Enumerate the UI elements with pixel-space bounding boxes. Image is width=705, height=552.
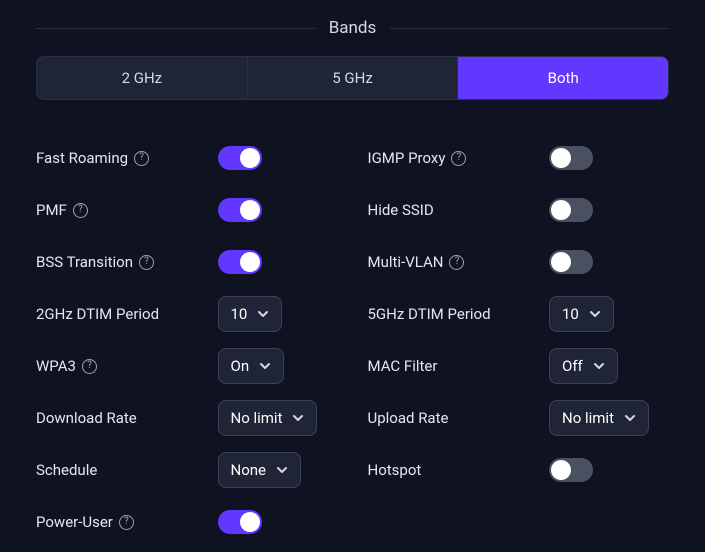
- 5ghz-dtim-dropdown[interactable]: 10: [549, 296, 614, 332]
- toggle-knob: [240, 512, 260, 532]
- chevron-down-icon: [276, 464, 288, 476]
- download-rate-row: Download Rate No limit: [36, 396, 338, 440]
- toggle-knob: [240, 148, 260, 168]
- chevron-down-icon: [593, 360, 605, 372]
- igmp-proxy-label: IGMP Proxy?: [368, 149, 467, 167]
- dropdown-value: On: [231, 357, 250, 375]
- pmf-label: PMF?: [36, 201, 88, 219]
- label-text: Hide SSID: [368, 201, 434, 219]
- divider-line: [390, 28, 669, 29]
- tab-2-ghz[interactable]: 2 GHz: [37, 57, 248, 99]
- dropdown-value: 10: [231, 305, 248, 323]
- label-text: BSS Transition: [36, 253, 133, 271]
- pmf-row: PMF?: [36, 188, 338, 232]
- mac-filter-label: MAC Filter: [368, 357, 438, 375]
- pmf-toggle[interactable]: [218, 198, 262, 222]
- 2ghz-dtim-row: 2GHz DTIM Period 10: [36, 292, 338, 336]
- hide-ssid-label: Hide SSID: [368, 201, 434, 219]
- label-text: Download Rate: [36, 409, 137, 427]
- 2ghz-dtim-label: 2GHz DTIM Period: [36, 305, 159, 323]
- label-text: Multi-VLAN: [368, 253, 444, 271]
- tab-both[interactable]: Both: [458, 57, 668, 99]
- help-icon[interactable]: ?: [451, 151, 466, 166]
- upload-rate-label: Upload Rate: [368, 409, 449, 427]
- hide-ssid-toggle[interactable]: [549, 198, 593, 222]
- bands-tabs: 2 GHz5 GHzBoth: [36, 56, 669, 100]
- dropdown-value: No limit: [231, 409, 283, 427]
- chevron-down-icon: [257, 308, 269, 320]
- chevron-down-icon: [589, 308, 601, 320]
- 5ghz-dtim-row: 5GHz DTIM Period 10: [368, 292, 670, 336]
- dropdown-value: None: [231, 461, 267, 479]
- chevron-down-icon: [259, 360, 271, 372]
- igmp-proxy-toggle[interactable]: [549, 146, 593, 170]
- upload-rate-dropdown[interactable]: No limit: [549, 400, 649, 436]
- label-text: Hotspot: [368, 461, 422, 479]
- dropdown-value: Off: [562, 357, 583, 375]
- help-icon[interactable]: ?: [134, 151, 149, 166]
- label-text: Upload Rate: [368, 409, 449, 427]
- wpa3-dropdown[interactable]: On: [218, 348, 285, 384]
- help-icon[interactable]: ?: [449, 255, 464, 270]
- chevron-down-icon: [624, 412, 636, 424]
- download-rate-label: Download Rate: [36, 409, 137, 427]
- multi-vlan-toggle[interactable]: [549, 250, 593, 274]
- help-icon[interactable]: ?: [82, 359, 97, 374]
- bss-transition-row: BSS Transition?: [36, 240, 338, 284]
- settings-grid: Fast Roaming?PMF?BSS Transition?2GHz DTI…: [36, 136, 669, 552]
- label-text: Fast Roaming: [36, 149, 128, 167]
- label-text: MAC Filter: [368, 357, 438, 375]
- fast-roaming-toggle[interactable]: [218, 146, 262, 170]
- power-user-toggle[interactable]: [218, 510, 262, 534]
- help-icon[interactable]: ?: [119, 515, 134, 530]
- hotspot-label: Hotspot: [368, 461, 422, 479]
- igmp-proxy-row: IGMP Proxy?: [368, 136, 670, 180]
- power-user-label: Power-User?: [36, 513, 134, 531]
- dropdown-value: 10: [562, 305, 579, 323]
- divider-line: [36, 28, 315, 29]
- label-text: WPA3: [36, 357, 76, 375]
- hotspot-row: Hotspot: [368, 448, 670, 492]
- toggle-knob: [551, 200, 571, 220]
- tab-5-ghz[interactable]: 5 GHz: [248, 57, 459, 99]
- toggle-knob: [240, 200, 260, 220]
- 2ghz-dtim-dropdown[interactable]: 10: [218, 296, 283, 332]
- toggle-knob: [551, 460, 571, 480]
- schedule-dropdown[interactable]: None: [218, 452, 302, 488]
- bss-transition-toggle[interactable]: [218, 250, 262, 274]
- section-header: Bands: [36, 18, 669, 38]
- help-icon[interactable]: ?: [73, 203, 88, 218]
- fast-roaming-row: Fast Roaming?: [36, 136, 338, 180]
- upload-rate-row: Upload Rate No limit: [368, 396, 670, 440]
- label-text: Power-User: [36, 513, 113, 531]
- label-text: IGMP Proxy: [368, 149, 446, 167]
- bss-transition-label: BSS Transition?: [36, 253, 154, 271]
- fast-roaming-label: Fast Roaming?: [36, 149, 149, 167]
- toggle-knob: [240, 252, 260, 272]
- wpa3-row: WPA3? On: [36, 344, 338, 388]
- label-text: 5GHz DTIM Period: [368, 305, 491, 323]
- section-title: Bands: [329, 18, 377, 38]
- 5ghz-dtim-label: 5GHz DTIM Period: [368, 305, 491, 323]
- multi-vlan-row: Multi-VLAN?: [368, 240, 670, 284]
- label-text: Schedule: [36, 461, 97, 479]
- multi-vlan-label: Multi-VLAN?: [368, 253, 465, 271]
- help-icon[interactable]: ?: [139, 255, 154, 270]
- download-rate-dropdown[interactable]: No limit: [218, 400, 318, 436]
- hide-ssid-row: Hide SSID: [368, 188, 670, 232]
- hotspot-toggle[interactable]: [549, 458, 593, 482]
- schedule-row: Schedule None: [36, 448, 338, 492]
- mac-filter-dropdown[interactable]: Off: [549, 348, 618, 384]
- toggle-knob: [551, 252, 571, 272]
- schedule-label: Schedule: [36, 461, 97, 479]
- dropdown-value: No limit: [562, 409, 614, 427]
- wpa3-label: WPA3?: [36, 357, 97, 375]
- toggle-knob: [551, 148, 571, 168]
- label-text: 2GHz DTIM Period: [36, 305, 159, 323]
- chevron-down-icon: [292, 412, 304, 424]
- label-text: PMF: [36, 201, 67, 219]
- mac-filter-row: MAC Filter Off: [368, 344, 670, 388]
